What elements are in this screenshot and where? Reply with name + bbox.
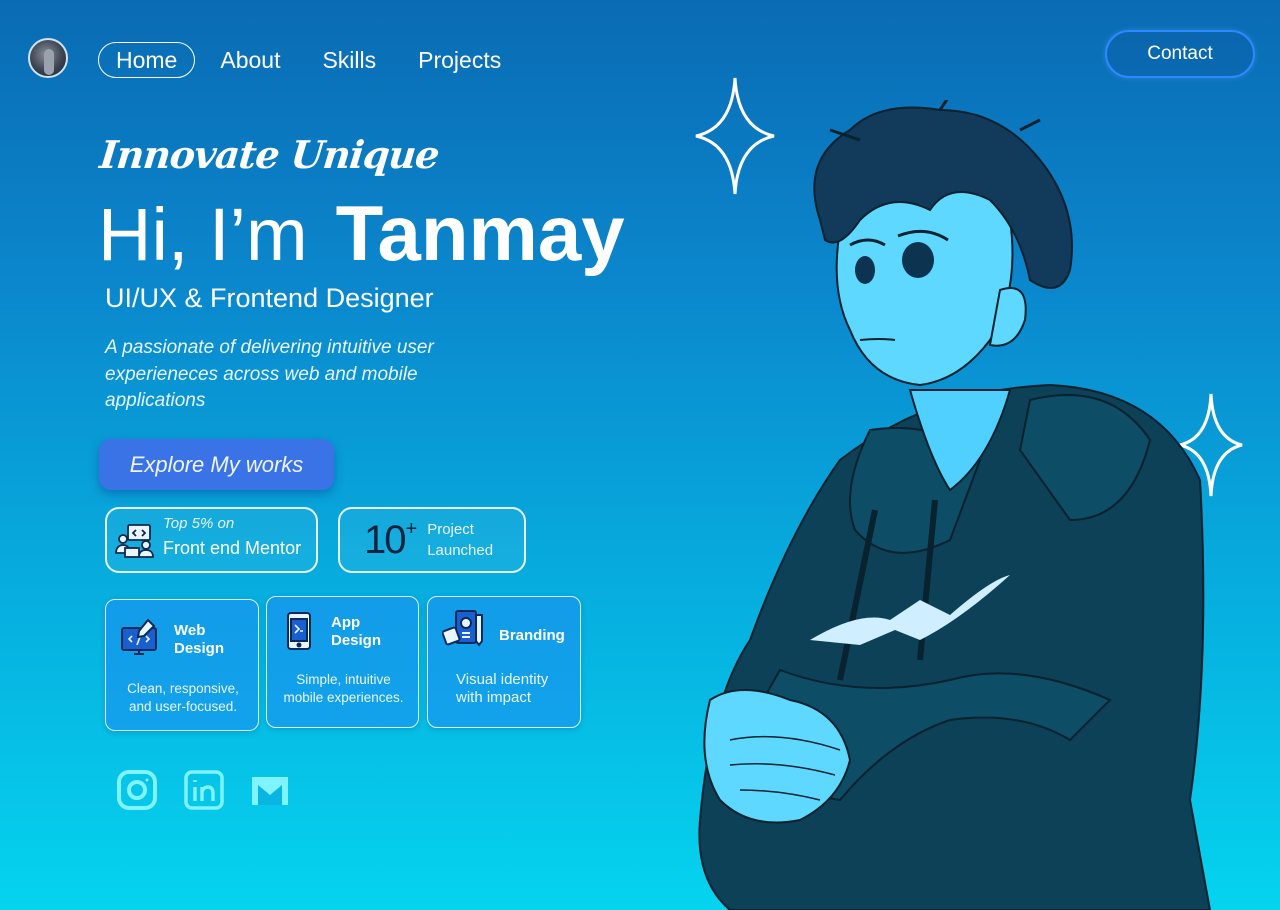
instagram-icon[interactable] — [116, 769, 158, 811]
service-card-web-design[interactable]: Web Design Clean, responsive, and user-f… — [105, 599, 259, 731]
service-card-app-design[interactable]: App Design Simple, intuitive mobile expe… — [266, 596, 419, 728]
projects-stat-badge: 10+ Project Launched — [338, 507, 526, 573]
mentor-stat-big: Front end Mentor — [163, 538, 302, 558]
branding-title: Branding — [499, 627, 565, 644]
app-design-title-line1: App — [331, 614, 361, 631]
service-card-branding[interactable]: Branding Visual identity with impact — [427, 596, 581, 728]
nav-about[interactable]: About — [203, 43, 297, 77]
hero-role: UI/UX & Frontend Designer — [105, 283, 434, 313]
app-design-title-line2: Design — [331, 632, 382, 649]
hero-greeting: Hi, I’m — [98, 193, 308, 276]
web-design-title: Web Design — [174, 622, 224, 658]
projects-label-line2: Launched — [427, 542, 494, 559]
hero-description: A passionate of delivering intuitive use… — [105, 337, 434, 411]
hero-name: Tanmay — [335, 189, 625, 277]
branding-desc-line2: with impact — [456, 689, 532, 706]
projects-label-line1: Project — [427, 521, 474, 538]
web-design-title-line1: Web — [174, 622, 206, 639]
explore-works-button[interactable]: Explore My works — [99, 439, 334, 490]
nav-home[interactable]: Home — [98, 42, 196, 78]
projects-label: Project Launched — [427, 519, 493, 561]
branding-desc-line1: Visual identity — [456, 671, 549, 688]
web-design-icon — [121, 618, 157, 655]
branding-desc: Visual identity with impact — [456, 671, 566, 707]
app-design-title: App Design — [331, 614, 381, 650]
projects-count: 10+ — [364, 517, 418, 563]
main-nav: Home About Skills Projects — [98, 42, 518, 78]
web-design-title-line2: Design — [174, 640, 225, 657]
hero-heading: Hi, I’m Tanmay — [98, 188, 625, 279]
app-design-icon — [287, 612, 311, 650]
web-design-desc-line1: Clean, responsive, — [127, 681, 239, 696]
nav-skills[interactable]: Skills — [305, 43, 393, 77]
profile-avatar[interactable] — [28, 38, 68, 78]
projects-count-suffix: + — [405, 517, 418, 540]
linkedin-icon[interactable] — [183, 769, 225, 811]
tagline: Innovate Unique — [97, 132, 441, 177]
team-laptop-icon — [115, 524, 154, 558]
mentor-stat-badge: Top 5% on Front end Mentor — [105, 507, 318, 573]
web-design-desc-line2: and user-focused. — [128, 699, 238, 714]
web-design-desc: Clean, responsive, and user-focused. — [112, 680, 254, 716]
gmail-icon[interactable] — [249, 769, 291, 811]
contact-button[interactable]: Contact — [1105, 30, 1255, 78]
app-design-desc-line1: Simple, intuitive — [296, 672, 391, 687]
branding-icon — [442, 610, 483, 647]
mentor-stat-small: Top 5% on — [163, 515, 235, 532]
app-design-desc: Simple, intuitive mobile experiences. — [273, 671, 414, 707]
hero-character-illustration — [698, 100, 1212, 910]
nav-projects[interactable]: Projects — [401, 43, 518, 77]
app-design-desc-line2: mobile experiences. — [283, 690, 404, 705]
projects-count-number: 10 — [364, 517, 406, 562]
